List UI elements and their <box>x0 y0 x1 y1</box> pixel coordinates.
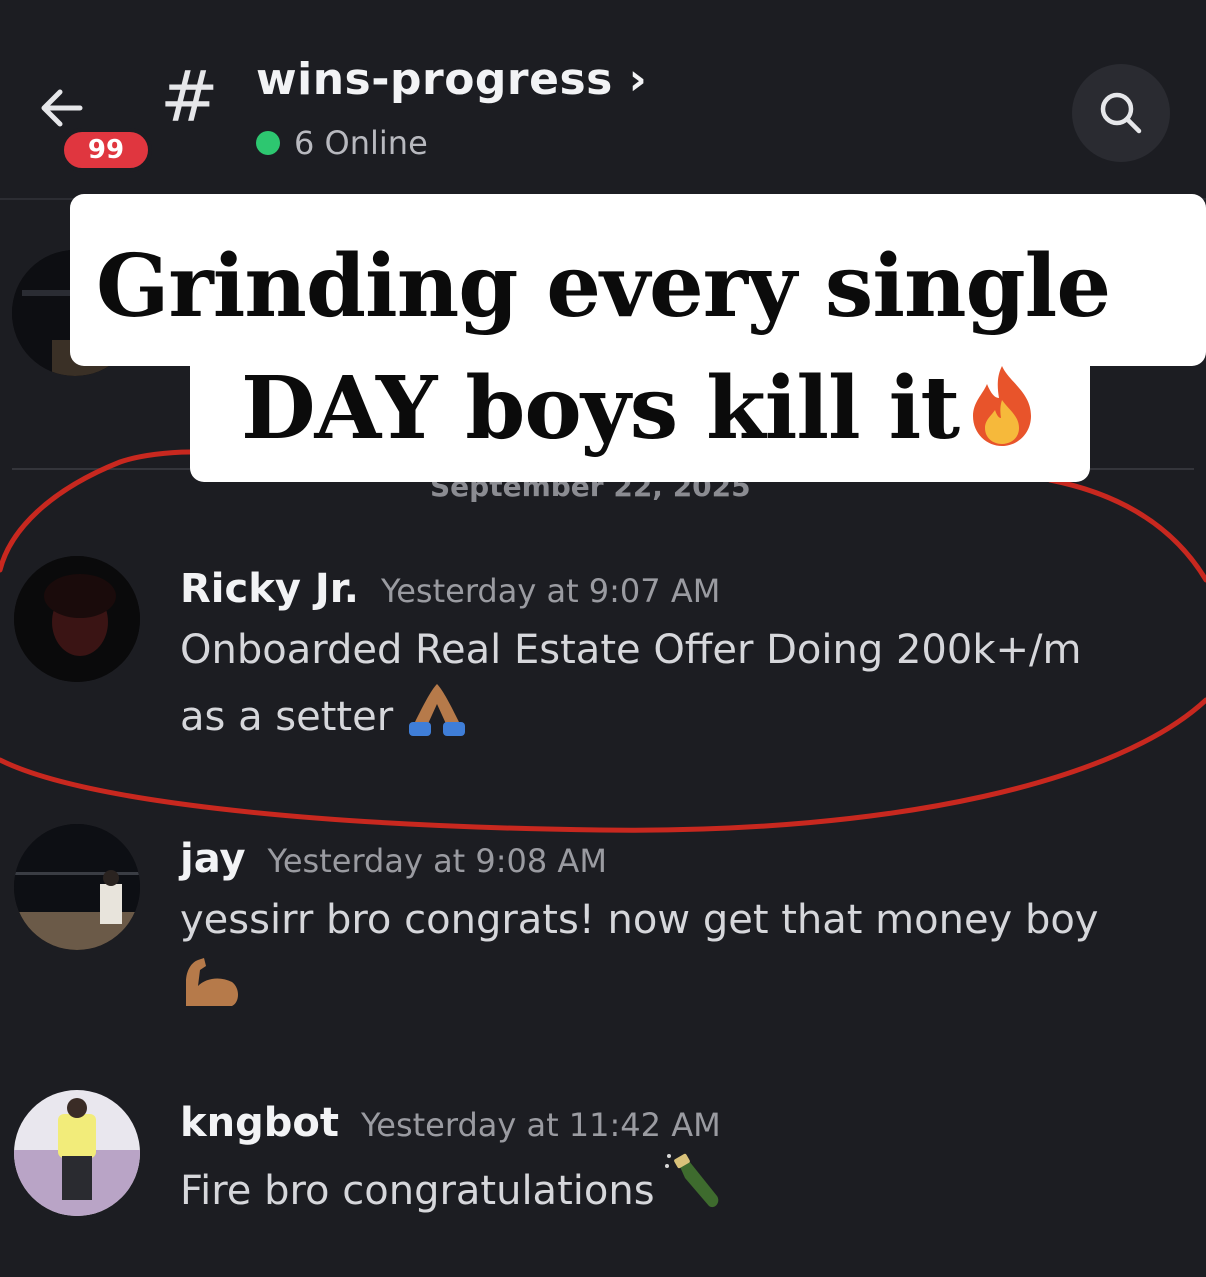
message-timestamp: Yesterday at 9:08 AM <box>267 842 607 880</box>
caption-line-2-text: DAY boys kill it <box>240 358 960 459</box>
avatar-image <box>14 1090 140 1216</box>
message-timestamp: Yesterday at 11:42 AM <box>360 1106 721 1144</box>
message-item[interactable]: Ricky Jr. Yesterday at 9:07 AM Onboarded… <box>180 566 1081 749</box>
online-status: 6 Online <box>256 124 428 162</box>
message-timestamp: Yesterday at 9:07 AM <box>380 572 721 610</box>
message-content: yessirr bro congrats! now get that money… <box>180 888 1098 1019</box>
search-button[interactable] <box>1072 64 1170 162</box>
fire-emoji <box>973 366 1032 446</box>
caption-line-2: DAY boys kill it <box>190 358 1090 459</box>
avatar-image <box>14 824 140 950</box>
message-content: Onboarded Real Estate Offer Doing 200k+/… <box>180 618 1081 749</box>
search-icon <box>1100 92 1142 134</box>
message-line: yessirr bro congrats! now get that money… <box>180 897 1099 943</box>
message-username[interactable]: kngbot <box>180 1100 339 1146</box>
message-line: as a setter <box>180 694 394 740</box>
online-count: 6 Online <box>294 124 428 162</box>
channel-hash-icon: # <box>160 56 219 138</box>
message-line: Onboarded Real Estate Offer Doing 200k+/… <box>180 627 1082 673</box>
unread-badge: 99 <box>60 128 152 172</box>
message-username[interactable]: Ricky Jr. <box>180 566 359 612</box>
caption-line-1: Grinding every single <box>95 236 1111 337</box>
avatar-image <box>14 556 140 682</box>
message-username[interactable]: jay <box>180 836 246 882</box>
online-dot-icon <box>256 131 280 155</box>
channel-title[interactable]: wins-progress › <box>256 54 647 105</box>
folded-hands-emoji <box>409 684 466 736</box>
flexed-biceps-emoji <box>186 958 238 1006</box>
message-content: Fire bro congratulations <box>180 1152 727 1223</box>
avatar-jay[interactable] <box>14 824 140 950</box>
champagne-emoji <box>664 1153 718 1208</box>
message-item[interactable]: jay Yesterday at 9:08 AM yessirr bro con… <box>180 836 1098 1019</box>
avatar-ricky[interactable] <box>14 556 140 682</box>
message-line: Fire bro congratulations <box>180 1168 655 1214</box>
avatar-kngbot[interactable] <box>14 1090 140 1216</box>
channel-header: 99 # wins-progress › 6 Online <box>0 0 1206 196</box>
message-item[interactable]: kngbot Yesterday at 11:42 AM Fire bro co… <box>180 1100 727 1223</box>
